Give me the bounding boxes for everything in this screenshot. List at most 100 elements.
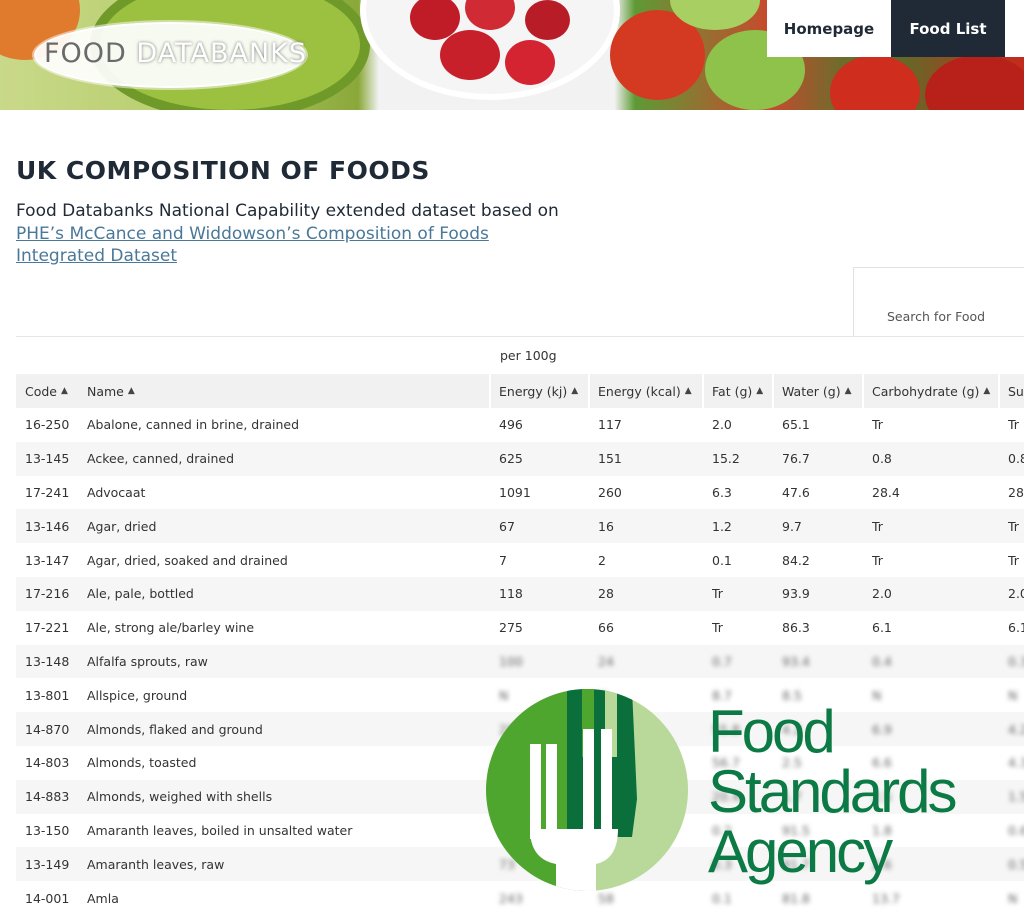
- column-divider: [489, 374, 491, 408]
- cell-sugar: 2.0: [1008, 586, 1024, 602]
- header-label: Carbohydrate (g): [872, 383, 980, 399]
- header-label: Energy (kj): [499, 383, 568, 399]
- nav-food-list[interactable]: Food List: [891, 0, 1005, 57]
- cell-code: 13-145: [25, 451, 70, 467]
- cell-water: 86.3: [782, 620, 810, 636]
- cell-sugar: 1.5: [1008, 789, 1024, 805]
- cell-sugar: Tr: [1008, 552, 1019, 568]
- cell-sugar: 28.: [1008, 484, 1024, 500]
- nav-overflow: [1005, 0, 1024, 57]
- cell-sugar: 0.3: [1008, 653, 1024, 669]
- cell-sugar: N: [1008, 687, 1018, 703]
- page-title: UK COMPOSITION OF FOODS: [16, 156, 430, 185]
- column-divider: [588, 374, 590, 408]
- cell-kcal: 16: [598, 518, 614, 534]
- cell-code: 14-001: [25, 890, 70, 906]
- cell-water: 9.7: [782, 518, 802, 534]
- table-row[interactable]: 13-145 Ackee, canned, drained 625 151 15.2 76…: [16, 441, 1024, 476]
- subtitle-text: Food Databanks National Capability exten…: [16, 201, 559, 221]
- column-header-sugar[interactable]: Su: [1008, 374, 1024, 408]
- cell-water: 76.7: [782, 451, 810, 467]
- table-row[interactable]: 17-221 Ale, strong ale/barley wine 275 66 Tr…: [16, 611, 1024, 645]
- cell-fat: 0.1: [712, 552, 732, 568]
- sort-icon: ▲: [756, 386, 764, 396]
- cell-code: 17-221: [25, 620, 70, 636]
- header-label: Su: [1008, 383, 1024, 399]
- cell-sugar: 4.2: [1008, 721, 1024, 737]
- cell-code: 14-803: [25, 755, 70, 771]
- cell-code: 14-870: [25, 721, 70, 737]
- cell-code: 13-801: [25, 687, 70, 703]
- table-header-row: Code ▲ Name ▲ Energy (kj) ▲ Energy (kcal) ▲ …: [16, 374, 1024, 408]
- column-header-name[interactable]: Name ▲: [87, 374, 487, 408]
- cell-code: 13-150: [25, 822, 70, 838]
- search-input[interactable]: [854, 268, 1024, 336]
- table-row[interactable]: 13-148 Alfalfa sprouts, raw 100 24 0.7 93.4 0.…: [16, 644, 1024, 679]
- cell-carb: 0.4: [872, 653, 892, 669]
- header-label: Fat (g): [712, 383, 753, 399]
- cell-name: Almonds, flaked and ground: [87, 721, 263, 737]
- cell-water: 65.1: [782, 417, 810, 433]
- cell-fat: Tr: [712, 586, 723, 602]
- cell-name: Ale, pale, bottled: [87, 586, 194, 602]
- cell-code: 13-148: [25, 653, 70, 669]
- column-header-water[interactable]: Water (g) ▲: [782, 374, 862, 408]
- search-box[interactable]: [853, 267, 1024, 337]
- cell-water: 81.8: [782, 890, 810, 906]
- cell-fat: 0.1: [712, 890, 732, 906]
- cell-carb: 28.4: [872, 484, 900, 500]
- logo-word-food: FOOD: [44, 38, 127, 69]
- cell-kcal: 66: [598, 620, 614, 636]
- cell-sugar: 4.3: [1008, 755, 1024, 771]
- cell-sugar: 0.8: [1008, 451, 1024, 467]
- cell-name: Agar, dried: [87, 518, 157, 534]
- table-row[interactable]: 13-147 Agar, dried, soaked and drained 7 2 0…: [16, 543, 1024, 577]
- table-row[interactable]: 13-146 Agar, dried 67 16 1.2 9.7 Tr Tr: [16, 509, 1024, 544]
- dataset-link[interactable]: PHE’s McCance and Widdowson’s Compositio…: [16, 224, 489, 267]
- cell-carb: 6.1: [872, 620, 892, 636]
- column-divider: [862, 374, 864, 408]
- table-row[interactable]: 16-250 Abalone, canned in brine, drained 4…: [16, 408, 1024, 442]
- cell-name: Allspice, ground: [87, 687, 188, 703]
- cell-fat: 0.7: [712, 653, 732, 669]
- cell-water: 93.4: [782, 653, 810, 669]
- cell-kcal: 151: [598, 451, 622, 467]
- cell-kcal: 28: [598, 586, 614, 602]
- cell-sugar: Tr: [1008, 417, 1019, 433]
- cell-name: Alfalfa sprouts, raw: [87, 653, 208, 669]
- table-row[interactable]: 17-216 Ale, pale, bottled 118 28 Tr 93.9 2.0 2.…: [16, 576, 1024, 611]
- cell-name: Ale, strong ale/barley wine: [87, 620, 255, 636]
- cell-code: 17-241: [25, 484, 70, 500]
- sort-icon: ▲: [684, 386, 692, 396]
- column-header-code[interactable]: Code ▲: [25, 374, 87, 408]
- page-subtitle: Food Databanks National Capability exten…: [16, 200, 576, 268]
- column-header-carbohydrate[interactable]: Carbohydrate (g) ▲: [872, 374, 1002, 408]
- cell-code: 13-146: [25, 518, 70, 534]
- divider: [16, 336, 1024, 337]
- sort-icon: ▲: [571, 386, 579, 396]
- sort-icon: ▲: [61, 386, 68, 396]
- column-header-energy-kj[interactable]: Energy (kj) ▲: [499, 374, 589, 408]
- cell-fat: Tr: [712, 620, 723, 636]
- cell-code: 14-883: [25, 789, 70, 805]
- cell-fat: 2.0: [712, 417, 732, 433]
- table-row[interactable]: 17-241 Advocaat 1091 260 6.3 47.6 28.4 28.: [16, 476, 1024, 510]
- cell-name: Advocaat: [87, 484, 146, 500]
- column-divider: [702, 374, 704, 408]
- column-header-fat[interactable]: Fat (g) ▲: [712, 374, 772, 408]
- cell-sugar: 6.1: [1008, 620, 1024, 636]
- cell-sugar: N: [1008, 890, 1018, 906]
- cell-fat: 1.2: [712, 518, 732, 534]
- nav-homepage[interactable]: Homepage: [767, 0, 891, 57]
- fsa-word-food: Food: [708, 698, 836, 765]
- cell-carb: 2.0: [872, 586, 892, 602]
- cell-carb: N: [872, 687, 882, 703]
- cell-kcal: 260: [598, 484, 622, 500]
- cell-fat: 15.2: [712, 451, 740, 467]
- banner-produce-radish: [525, 0, 570, 40]
- cell-carb: 13.7: [872, 890, 900, 906]
- cell-sugar: 0.5: [1008, 856, 1024, 872]
- column-header-energy-kcal[interactable]: Energy (kcal) ▲: [598, 374, 708, 408]
- cell-fat: 6.3: [712, 484, 732, 500]
- food-databanks-logo[interactable]: FOOD DATABANKS: [44, 38, 307, 69]
